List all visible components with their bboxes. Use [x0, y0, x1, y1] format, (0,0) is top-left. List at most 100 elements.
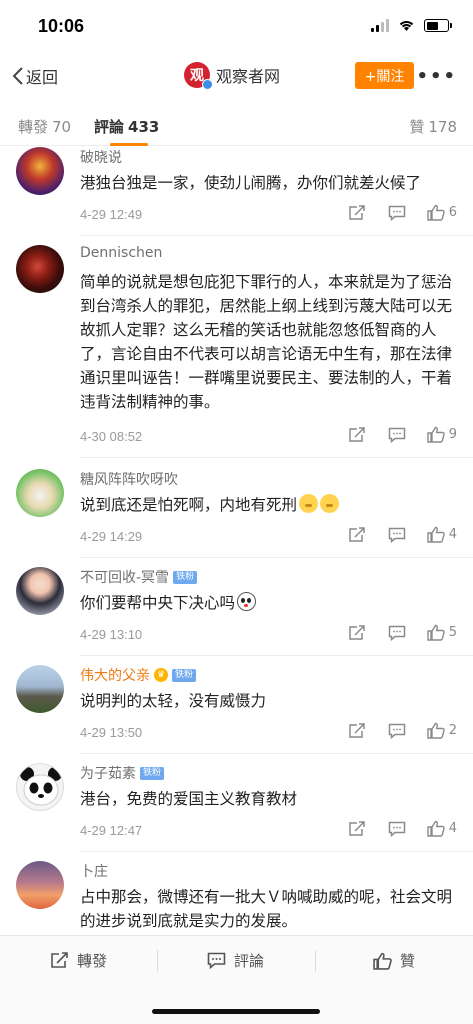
comment-time: 4-29 13:10: [80, 627, 143, 642]
like-count: 6: [448, 205, 457, 220]
thumbs-up-icon: [373, 952, 392, 970]
divider: [80, 235, 473, 236]
share-icon[interactable]: [337, 426, 377, 443]
comment-text: 简单的说就是想包庇犯下罪行的人，本来就是为了惩治到台湾杀人的罪犯，居然能上纲上线…: [80, 273, 453, 411]
back-button[interactable]: 返回: [12, 64, 58, 88]
reply-icon[interactable]: [377, 205, 417, 221]
battery-icon: [424, 19, 452, 32]
page-title: 观察者网: [216, 67, 281, 86]
tab-like[interactable]: 贊 178: [409, 116, 457, 137]
comment-actions: 4: [337, 526, 457, 543]
like-button[interactable]: 贊: [373, 950, 415, 971]
divider: [157, 950, 158, 972]
fan-badge: 铁粉: [140, 766, 165, 780]
active-tab-indicator: [110, 143, 148, 146]
nav-bar: 返回 观 观察者网 +關注 •••: [0, 52, 473, 100]
fan-badge: 铁粉: [173, 570, 198, 584]
share-icon[interactable]: [337, 722, 377, 739]
vip-crown-icon: ♛: [154, 668, 168, 682]
username-text: 伟大的父亲: [80, 668, 150, 684]
like-count: 2: [448, 723, 457, 738]
username-text: 不可回收-冥雪: [80, 570, 170, 586]
avatar[interactable]: [16, 245, 64, 293]
comment-time: 4-29 12:47: [80, 823, 143, 838]
like-button[interactable]: 4: [417, 820, 457, 837]
follow-button[interactable]: +關注: [355, 62, 414, 89]
like-count: 9: [448, 427, 457, 442]
repost-button[interactable]: 轉發: [50, 950, 107, 971]
like-button[interactable]: 5: [417, 624, 457, 641]
wifi-icon: [399, 21, 414, 31]
comment-text: 说到底还是怕死啊，内地有死刑: [80, 493, 460, 517]
like-label: 贊: [400, 952, 416, 970]
tab-repost[interactable]: 轉發 70: [18, 116, 71, 137]
comment-time: 4-29 14:29: [80, 529, 143, 544]
divider: [80, 753, 473, 754]
hush-emoji-icon: [320, 494, 340, 513]
thumbs-up-icon: [427, 722, 445, 739]
comment-actions: 2: [337, 722, 457, 739]
comment-username[interactable]: Dennischen: [80, 245, 162, 261]
comment-time: 4-30 08:52: [80, 429, 143, 444]
status-bar: 10:06: [0, 0, 473, 52]
tab-comment-count: 433: [128, 118, 160, 136]
avatar[interactable]: [16, 763, 64, 811]
status-time: 10:06: [38, 16, 85, 36]
like-button[interactable]: 9: [417, 426, 457, 443]
more-options-icon[interactable]: •••: [416, 66, 457, 87]
comment-time: 4-29 13:50: [80, 725, 143, 740]
divider: [80, 457, 473, 458]
tab-repost-label: 轉發: [18, 118, 49, 136]
reply-icon[interactable]: [377, 821, 417, 837]
comment-text: 说明判的太轻，没有威慑力: [80, 692, 267, 710]
avatar[interactable]: [16, 147, 64, 195]
reply-icon[interactable]: [377, 625, 417, 641]
tab-bar: 轉發 70 評論 433 贊 178: [0, 102, 473, 146]
verified-icon: [202, 79, 213, 90]
divider: [315, 950, 316, 972]
comment-text: 占中那会，微博还有一批大Ｖ呐喊助威的呢，社会文明的进步说到底就是实力的发展。: [80, 888, 453, 930]
thumbs-up-icon: [427, 820, 445, 837]
comment-label: 評論: [234, 952, 265, 970]
reply-icon[interactable]: [377, 427, 417, 443]
like-button[interactable]: 2: [417, 722, 457, 739]
like-button[interactable]: 6: [417, 204, 457, 221]
like-count: 5: [448, 625, 457, 640]
avatar[interactable]: [16, 665, 64, 713]
comment-text: 港独台独是一家，使劲儿闹腾，办你们就差火候了: [80, 174, 422, 192]
avatar[interactable]: [16, 861, 64, 909]
chevron-left-icon: [12, 67, 23, 85]
back-label: 返回: [26, 68, 59, 87]
comment-text-content: 你们要帮中央下决心吗: [80, 594, 236, 612]
share-icon[interactable]: [337, 526, 377, 543]
comment-text: 港台，免费的爱国主义教育教材: [80, 790, 298, 808]
comment-username[interactable]: 卜庄: [80, 861, 108, 881]
share-icon: [51, 952, 68, 968]
status-icons: [371, 19, 452, 32]
tab-comment[interactable]: 評論 433: [94, 116, 159, 137]
share-icon[interactable]: [337, 204, 377, 221]
share-icon[interactable]: [337, 820, 377, 837]
comment-actions: 5: [337, 624, 457, 641]
divider: [80, 851, 473, 852]
fan-badge: 铁粉: [172, 668, 197, 682]
comment-username[interactable]: 破晓说: [80, 147, 122, 167]
comment-button[interactable]: 評論: [207, 950, 264, 971]
comment-username[interactable]: 伟大的父亲 ♛ 铁粉: [80, 665, 197, 685]
comment-text-content: 说到底还是怕死啊，内地有死刑: [80, 496, 298, 514]
comment-actions: 6: [337, 204, 457, 221]
comment-username[interactable]: 不可回收-冥雪 铁粉: [80, 567, 198, 587]
avatar[interactable]: [16, 567, 64, 615]
share-icon[interactable]: [337, 624, 377, 641]
reply-icon[interactable]: [377, 527, 417, 543]
comment-list[interactable]: 破晓说 港独台独是一家，使劲儿闹腾，办你们就差火候了 4-29 12:49 6 …: [0, 147, 473, 935]
comment-username[interactable]: 糖风阵阵吹呀吹: [80, 469, 178, 489]
reply-icon[interactable]: [377, 723, 417, 739]
bottom-action-bar: 轉發 評論 贊: [0, 935, 473, 1024]
comment-username[interactable]: 为子茹素 铁粉: [80, 763, 165, 783]
divider: [80, 557, 473, 558]
like-count: 4: [448, 527, 457, 542]
avatar[interactable]: [16, 469, 64, 517]
like-button[interactable]: 4: [417, 526, 457, 543]
divider: [80, 655, 473, 656]
